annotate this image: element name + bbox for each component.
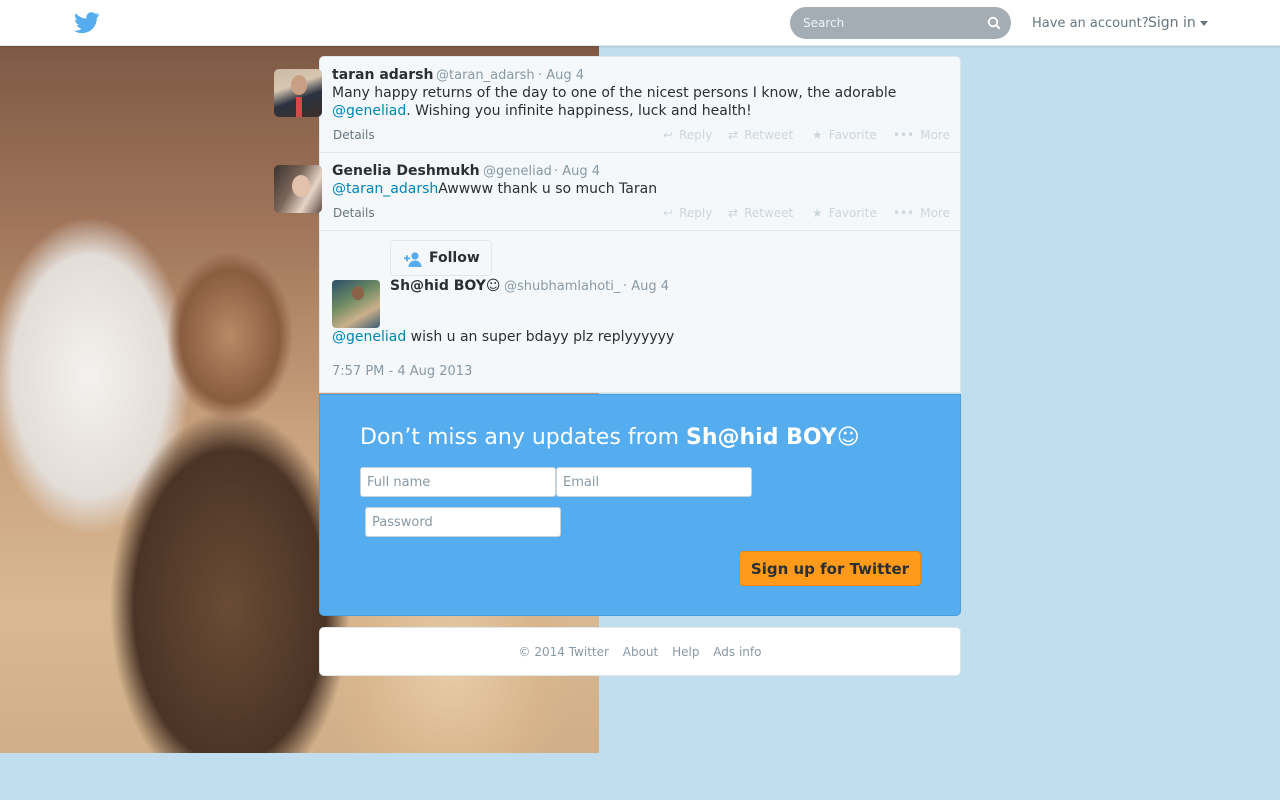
retweet-label: Retweet — [744, 128, 794, 142]
add-user-icon — [404, 252, 422, 267]
tweet-author-name[interactable]: taran adarsh — [332, 67, 433, 83]
search-icon[interactable] — [987, 16, 1001, 30]
retweet-icon: ⇄ — [728, 128, 739, 142]
footer-link-help[interactable]: Help — [672, 645, 699, 659]
reply-label: Reply — [679, 128, 713, 142]
retweet-button[interactable]: ⇄ Retweet — [728, 128, 793, 142]
signup-title-prefix: Don’t miss any updates from — [360, 425, 687, 450]
star-icon: ★ — [812, 128, 823, 142]
search-input[interactable]: Search — [790, 7, 1011, 39]
favorite-label: Favorite — [828, 128, 877, 142]
footer-link-ads-info[interactable]: Ads info — [713, 645, 761, 659]
avatar[interactable] — [274, 69, 322, 117]
reply-button[interactable]: ↩ Reply — [663, 128, 712, 142]
star-icon: ★ — [812, 206, 823, 220]
tweet-date[interactable]: · Aug 4 — [538, 68, 584, 83]
tweet-author-handle[interactable]: @shubhamlahoti_ — [504, 279, 620, 294]
have-account-text: Have an account? — [1032, 16, 1149, 31]
search-placeholder: Search — [803, 16, 845, 30]
more-button[interactable]: ••• More — [893, 128, 950, 142]
full-name-placeholder: Full name — [367, 475, 431, 490]
full-name-field[interactable]: Full name — [360, 467, 556, 497]
password-field[interactable]: Password — [365, 507, 561, 537]
reply-icon: ↩ — [663, 128, 674, 142]
footer: © 2014 Twitter About Help Ads info — [319, 627, 961, 676]
retweet-button[interactable]: ⇄ Retweet — [728, 206, 793, 220]
tweet-text-rest: wish u an super bdayy plz replyyyyyy — [406, 329, 675, 345]
chevron-down-icon — [1199, 20, 1208, 26]
signup-title: Don’t miss any updates from Sh@hid BOY☺ — [360, 425, 860, 450]
avatar[interactable] — [274, 165, 322, 213]
tweet-date[interactable]: · Aug 4 — [623, 279, 669, 294]
tweet-timestamp[interactable]: 7:57 PM - 4 Aug 2013 — [332, 364, 472, 379]
signup-title-name: Sh@hid BOY☺ — [686, 425, 860, 450]
signup-button[interactable]: Sign up for Twitter — [739, 551, 921, 586]
tweet-author-handle[interactable]: @geneliad — [483, 164, 552, 179]
mention-link[interactable]: @geneliad — [332, 329, 406, 345]
tweet-text: Many happy returns of the day to one of … — [332, 84, 932, 120]
favorite-button[interactable]: ★ Favorite — [812, 128, 877, 142]
password-placeholder: Password — [372, 515, 433, 530]
more-button[interactable]: ••• More — [893, 206, 950, 220]
footer-link-about[interactable]: About — [623, 645, 658, 659]
reply-button[interactable]: ↩ Reply — [663, 206, 712, 220]
more-label: More — [920, 128, 950, 142]
signup-module: Don’t miss any updates from Sh@hid BOY☺ … — [319, 394, 961, 616]
tweet-text-rest: Awwww thank u so much Taran — [438, 181, 658, 197]
tweet-text: @taran_adarshAwwww thank u so much Taran — [332, 180, 932, 198]
follow-button[interactable]: Follow — [390, 240, 492, 276]
tweet-author-name[interactable]: Sh@hid BOY☺ — [390, 278, 501, 294]
twitter-bird-icon[interactable] — [74, 12, 100, 34]
favorite-button[interactable]: ★ Favorite — [812, 206, 877, 220]
details-link[interactable]: Details — [333, 206, 375, 220]
reply-icon: ↩ — [663, 206, 674, 220]
details-link[interactable]: Details — [333, 128, 375, 142]
tweet-text-rest: . Wishing you infinite happiness, luck a… — [406, 103, 752, 119]
tweet-text-line: Many happy returns of the day to one of … — [332, 85, 897, 101]
ellipsis-icon: ••• — [893, 128, 915, 142]
copyright-text: © 2014 Twitter — [518, 645, 609, 659]
more-label: More — [920, 206, 950, 220]
follow-label: Follow — [429, 250, 480, 266]
email-placeholder: Email — [563, 475, 600, 490]
mention-link[interactable]: @geneliad — [332, 103, 406, 119]
footer-links: © 2014 Twitter About Help Ads info — [320, 645, 960, 659]
retweet-label: Retweet — [744, 206, 794, 220]
tweet-author-name[interactable]: Genelia Deshmukh — [332, 163, 480, 179]
ellipsis-icon: ••• — [893, 206, 915, 220]
sign-in-dropdown[interactable]: Sign in — [1148, 15, 1208, 31]
tweet-date[interactable]: · Aug 4 — [554, 164, 600, 179]
avatar[interactable] — [332, 280, 380, 328]
mention-link[interactable]: @taran_adarsh — [332, 181, 438, 197]
top-navigation-bar: Search Have an account? Sign in — [0, 0, 1280, 46]
favorite-label: Favorite — [828, 206, 877, 220]
retweet-icon: ⇄ — [728, 206, 739, 220]
email-field[interactable]: Email — [556, 467, 752, 497]
sign-in-label: Sign in — [1148, 15, 1196, 31]
reply-label: Reply — [679, 206, 713, 220]
tweet-author-handle[interactable]: @taran_adarsh — [436, 68, 535, 83]
tweet-text: @geneliad wish u an super bdayy plz repl… — [332, 328, 932, 346]
